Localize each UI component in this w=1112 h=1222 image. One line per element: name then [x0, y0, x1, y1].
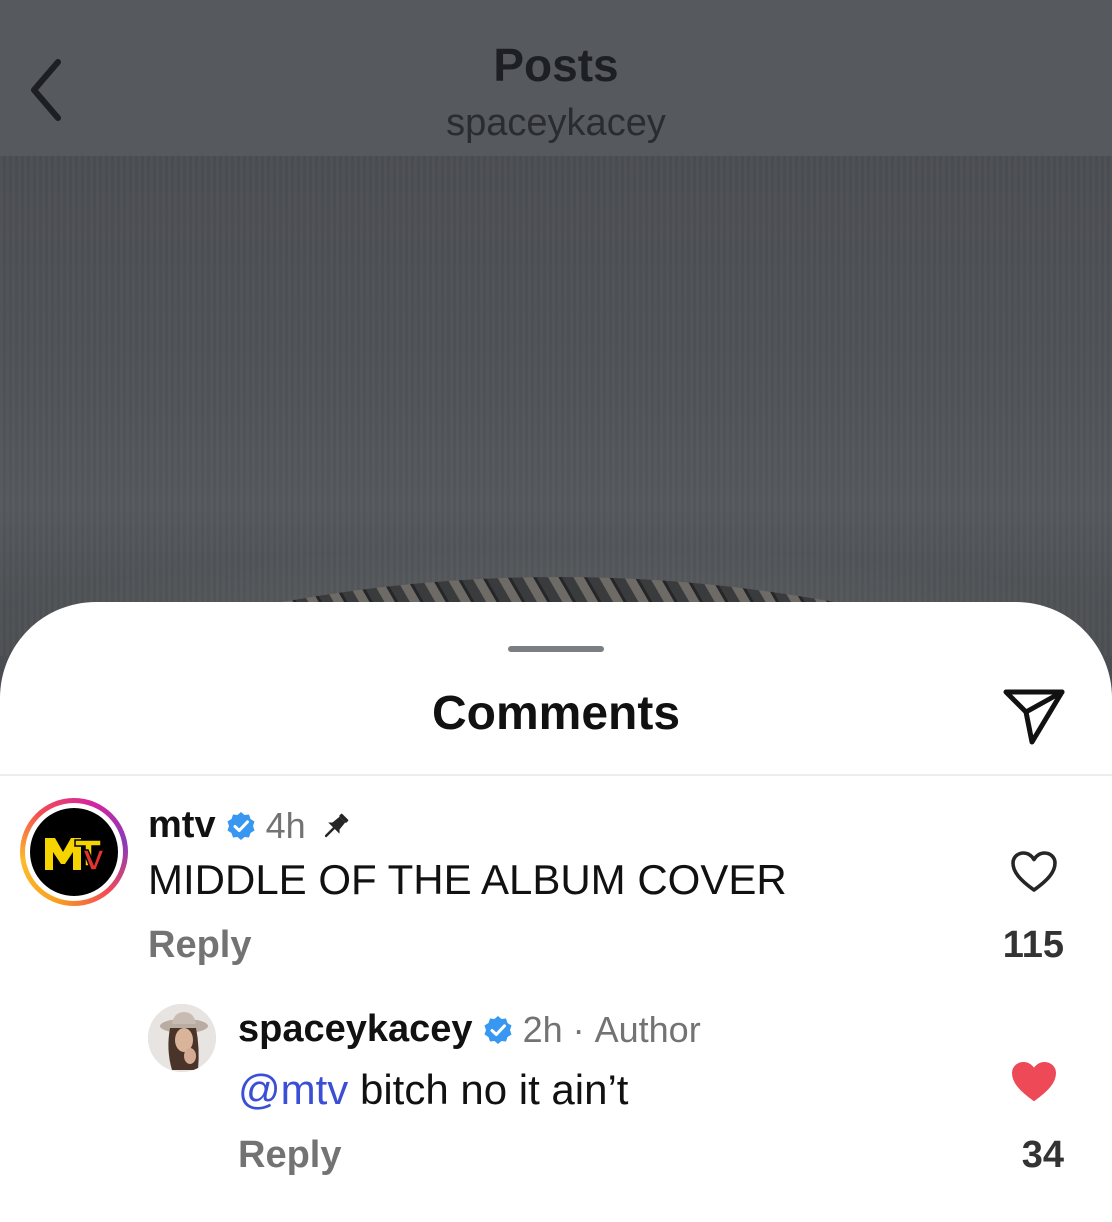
like-count: 115 — [1002, 924, 1064, 966]
story-ring[interactable] — [20, 798, 128, 906]
comment-timestamp: 2h — [522, 1008, 563, 1050]
comments-title: Comments — [431, 687, 681, 740]
post-image-graphic — [69, 577, 1049, 656]
page-title: Posts — [493, 39, 619, 91]
comment-meta: mtv 4h — [148, 804, 352, 847]
avatar[interactable] — [148, 1004, 216, 1072]
pin-icon — [320, 810, 352, 842]
posts-header: Posts spaceykacey — [0, 0, 1112, 156]
like-count: 34 — [1021, 1134, 1064, 1176]
page-subtitle: spaceykacey — [446, 102, 666, 144]
sheet-grabber[interactable] — [508, 646, 604, 652]
meta-separator: · — [562, 1008, 595, 1050]
share-button[interactable] — [996, 682, 1072, 750]
comment-username[interactable]: mtv — [148, 804, 216, 847]
comment-text: @mtv bitch no it ain’t — [238, 1066, 628, 1114]
comment-text: MIDDLE OF THE ALBUM COVER — [148, 856, 787, 903]
comment-reply: spaceykacey 2h · Author @mtv bitch no it… — [0, 1004, 1112, 1204]
heart-outline-icon — [1011, 851, 1057, 892]
heart-filled-icon — [1012, 1062, 1056, 1101]
like-button[interactable] — [1006, 844, 1062, 900]
reply-button[interactable]: Reply — [148, 924, 251, 967]
post-image[interactable] — [0, 156, 1112, 656]
verified-badge-icon — [483, 1015, 513, 1045]
comment: mtv 4h MIDDLE OF THE ALBUM COVER Reply 1… — [0, 796, 1112, 996]
comment-timestamp: 4h — [265, 804, 306, 846]
comment-body: bitch no it ain’t — [348, 1066, 629, 1113]
paper-plane-icon — [1003, 689, 1065, 745]
divider — [0, 774, 1112, 776]
comment-meta: spaceykacey 2h · Author — [238, 1008, 701, 1051]
verified-badge-icon — [226, 811, 256, 841]
like-button[interactable] — [1006, 1054, 1062, 1110]
comment-username[interactable]: spaceykacey — [238, 1008, 473, 1051]
mention-link[interactable]: @mtv — [238, 1066, 348, 1113]
author-label: Author — [594, 1008, 701, 1050]
avatar — [25, 803, 123, 901]
mtv-logo-icon — [30, 808, 118, 896]
reply-button[interactable]: Reply — [238, 1134, 341, 1177]
comments-sheet: Comments mtv 4h MIDDLE OF THE ALBUM COVE… — [0, 602, 1112, 1222]
